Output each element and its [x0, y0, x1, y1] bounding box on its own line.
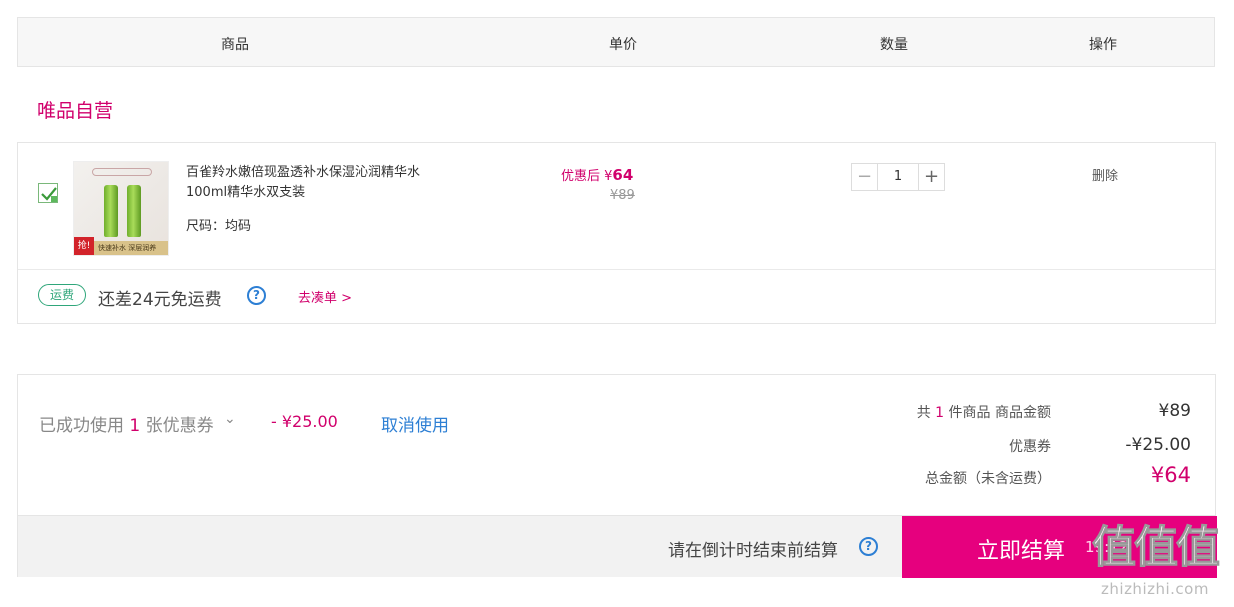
- cancel-coupon-link[interactable]: 取消使用: [381, 411, 449, 436]
- goods-amount: ¥89: [1158, 401, 1191, 421]
- total-label: 总金额（未含运费）: [925, 471, 1051, 487]
- header-quantity: 数量: [880, 37, 908, 53]
- delete-button[interactable]: 删除: [1092, 165, 1118, 184]
- goods-count: 1: [935, 405, 945, 421]
- coupon-used-text[interactable]: 已成功使用 1 张优惠券: [39, 411, 214, 436]
- price-after-value: 64: [612, 166, 634, 184]
- coupon-discount-amount: - ¥25.00: [271, 412, 338, 431]
- divider: [18, 269, 1215, 270]
- coupon-count: 1: [129, 416, 141, 436]
- quantity-stepper: − 1 +: [851, 163, 945, 191]
- coupon-label: 优惠券: [1009, 439, 1051, 455]
- coupon-value: -¥25.00: [1125, 435, 1191, 455]
- bottle-left: [104, 185, 118, 237]
- check-icon: [41, 187, 57, 202]
- question-icon[interactable]: ?: [859, 537, 878, 556]
- watermark-url: zhizhizhi.com: [1101, 580, 1209, 598]
- header-product: 商品: [221, 37, 249, 53]
- price-original: ¥89: [610, 188, 635, 203]
- image-label-decoration: [92, 168, 152, 176]
- go-add-items-link[interactable]: 去凑单 >: [298, 287, 352, 306]
- coupon-prefix: 已成功使用: [39, 416, 124, 436]
- cart-table-header: 商品 单价 数量 操作: [17, 17, 1215, 67]
- image-badge: 抢!: [74, 237, 94, 255]
- free-shipping-text: 还差24元免运费: [98, 290, 222, 310]
- total-amount: ¥64: [1150, 463, 1191, 487]
- product-name[interactable]: 百雀羚水嫩倍现盈透补水保湿沁润精华水100ml精华水双支装: [186, 163, 426, 203]
- checkout-bar: 请在倒计时结束前结算 ? 立即结算 19:12: [18, 515, 1217, 578]
- count-prefix: 共: [916, 405, 931, 421]
- header-action: 操作: [1089, 37, 1117, 53]
- checkout-button[interactable]: 立即结算 19:12: [902, 516, 1217, 578]
- coupon-suffix: 张优惠券: [145, 416, 214, 436]
- cart-page: 商品 单价 数量 操作 唯品自营 抢! 快速补水 深层润养 百雀羚水嫩倍现盈透补…: [0, 0, 1234, 607]
- count-suffix: 件商品 商品金额: [948, 405, 1051, 421]
- countdown-timer: 19:12: [1085, 538, 1129, 556]
- quantity-plus-button[interactable]: +: [918, 164, 944, 190]
- price-after-discount: 优惠后 ¥64: [561, 165, 633, 184]
- cart-item-box: 抢! 快速补水 深层润养 百雀羚水嫩倍现盈透补水保湿沁润精华水100ml精华水双…: [17, 142, 1216, 324]
- image-banner-text: 快速补水 深层润养: [98, 244, 157, 252]
- product-size: 尺码：均码: [186, 219, 252, 234]
- header-unit-price: 单价: [609, 37, 637, 53]
- bottle-right: [127, 185, 141, 237]
- product-image[interactable]: 抢! 快速补水 深层润养: [73, 161, 169, 256]
- order-summary: 已成功使用 1 张优惠券 ⌄ - ¥25.00 取消使用 共 1 件商品 商品金…: [17, 374, 1217, 578]
- shop-title: 唯品自营: [37, 100, 114, 122]
- quantity-input[interactable]: 1: [878, 164, 918, 190]
- quantity-minus-button[interactable]: −: [852, 164, 878, 190]
- question-icon[interactable]: ?: [247, 286, 266, 305]
- price-after-label: 优惠后 ¥: [561, 169, 613, 184]
- item-checkbox[interactable]: [38, 183, 58, 203]
- chevron-down-icon[interactable]: ⌄: [224, 411, 236, 427]
- goods-count-label: 共 1 件商品 商品金额: [917, 402, 1051, 422]
- shipping-badge: 运费: [38, 284, 86, 306]
- countdown-hint: 请在倒计时结束前结算: [668, 541, 838, 561]
- checkout-label: 立即结算: [977, 539, 1066, 564]
